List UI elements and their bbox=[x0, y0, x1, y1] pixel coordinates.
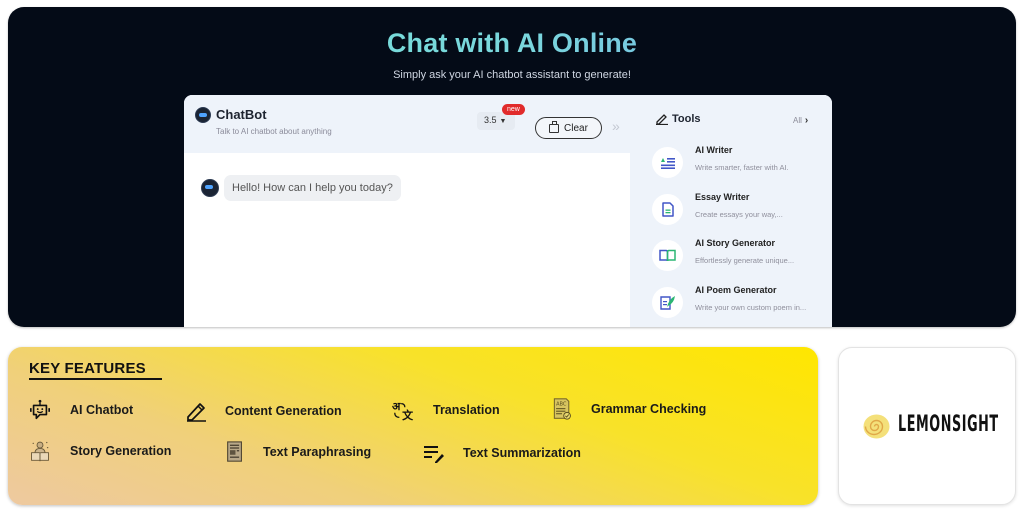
feature-grammar-checking: ABC Grammar Checking bbox=[551, 398, 706, 420]
feature-label: Story Generation bbox=[70, 444, 172, 458]
chat-title: ChatBot bbox=[216, 107, 267, 122]
feature-label: Content Generation bbox=[225, 404, 342, 418]
clear-bag-icon bbox=[549, 120, 560, 133]
caret-down-icon: ▼ bbox=[499, 118, 507, 125]
chatbot-widget: ChatBot Talk to AI chatbot about anythin… bbox=[184, 95, 832, 327]
tool-item-story-generator[interactable]: AI Story Generator Effortlessly generate… bbox=[652, 235, 827, 275]
clear-button[interactable]: Clear bbox=[535, 117, 602, 139]
tools-title: Tools bbox=[672, 113, 701, 125]
feature-label: AI Chatbot bbox=[70, 403, 134, 417]
feature-label: Translation bbox=[433, 403, 500, 417]
summarize-icon bbox=[424, 446, 444, 463]
pencil-icon bbox=[656, 114, 668, 125]
hero-title: Chat with AI Online bbox=[8, 28, 1016, 59]
bot-avatar bbox=[201, 179, 219, 197]
chevron-right-icon: › bbox=[804, 115, 809, 126]
feature-translation: अ 文 Translation bbox=[392, 399, 500, 421]
all-label: All bbox=[793, 116, 802, 125]
tool-desc: Effortlessly generate unique... bbox=[695, 256, 795, 265]
feature-story-generation: Story Generation bbox=[29, 440, 171, 462]
chat-header: ChatBot Talk to AI chatbot about anythin… bbox=[184, 95, 630, 149]
storybook-icon bbox=[31, 441, 49, 462]
feature-label: Text Paraphrasing bbox=[263, 445, 372, 459]
svg-text:文: 文 bbox=[402, 408, 414, 421]
chatbot-logo-icon bbox=[195, 107, 211, 123]
tool-desc: Write your own custom poem in... bbox=[695, 303, 807, 312]
robot-icon bbox=[30, 399, 50, 420]
chat-pane: ChatBot Talk to AI chatbot about anythin… bbox=[184, 95, 630, 327]
tool-name: AI Story Generator bbox=[695, 238, 776, 248]
translate-icon: अ 文 bbox=[392, 400, 414, 421]
pencil-icon bbox=[187, 403, 206, 422]
tool-name: AI Writer bbox=[695, 145, 733, 155]
tool-item-poem-generator[interactable]: AI Poem Generator Write your own custom … bbox=[652, 282, 827, 322]
feature-label: Grammar Checking bbox=[591, 402, 707, 416]
clear-label: Clear bbox=[564, 122, 588, 134]
feature-label: Text Summarization bbox=[463, 446, 581, 460]
features-heading: KEY FEATURES bbox=[29, 360, 146, 377]
new-badge: new bbox=[502, 104, 525, 115]
paraphrase-document-icon bbox=[227, 441, 242, 462]
brand-logo-card: LEMONSIGHT bbox=[838, 347, 1016, 505]
tool-name: AI Poem Generator bbox=[695, 285, 777, 295]
text-lines-icon bbox=[652, 147, 683, 178]
tool-item-ai-writer[interactable]: AI Writer Write smarter, faster with AI. bbox=[652, 142, 827, 182]
brand-name: LEMONSIGHT bbox=[898, 412, 999, 437]
heading-underline bbox=[29, 378, 162, 380]
tools-sidebar: Tools All › AI Writer Write smarter, fast… bbox=[638, 95, 832, 327]
document-icon bbox=[652, 194, 683, 225]
lemon-spiral-logo-icon bbox=[863, 414, 890, 439]
feature-ai-chatbot: AI Chatbot bbox=[29, 399, 133, 421]
hero-subtitle: Simply ask your AI chatbot assistant to … bbox=[393, 69, 631, 81]
bot-message: Hello! How can I help you today? bbox=[224, 175, 401, 201]
tool-item-essay-writer[interactable]: Essay Writer Create essays your way,... bbox=[652, 189, 827, 229]
chat-messages: Hello! How can I help you today? bbox=[184, 153, 630, 327]
tool-name: Essay Writer bbox=[695, 192, 750, 202]
tool-desc: Create essays your way,... bbox=[695, 210, 783, 219]
key-features-panel: KEY FEATURES AI Chatbot Content Generati… bbox=[8, 347, 818, 505]
collapse-chevrons-icon[interactable]: » bbox=[612, 118, 620, 134]
model-value: 3.5 bbox=[484, 115, 497, 125]
feature-text-summarization: Text Summarization bbox=[423, 442, 581, 464]
svg-text:अ: अ bbox=[392, 400, 401, 413]
feature-content-generation: Content Generation bbox=[185, 400, 342, 422]
tool-desc: Write smarter, faster with AI. bbox=[695, 163, 789, 172]
hero-banner: Chat with AI Online Simply ask your AI c… bbox=[8, 7, 1016, 327]
svg-text:ABC: ABC bbox=[556, 402, 567, 408]
chat-subtitle: Talk to AI chatbot about anything bbox=[216, 127, 332, 136]
feature-text-paraphrasing: Text Paraphrasing bbox=[224, 441, 371, 463]
all-tools-link[interactable]: All › bbox=[793, 115, 808, 126]
book-icon bbox=[652, 240, 683, 271]
grammar-check-icon: ABC bbox=[553, 398, 571, 420]
quill-icon bbox=[652, 287, 683, 318]
